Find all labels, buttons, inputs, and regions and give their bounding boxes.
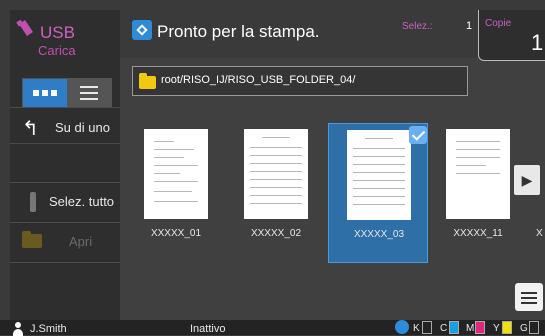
usb-header: USB Carica [10, 10, 120, 70]
up-one-level-button[interactable]: ↰ Su di uno [10, 108, 120, 148]
printer-status-icon [132, 20, 152, 40]
divider [10, 262, 120, 263]
main-panel: Pronto per la stampa. Selez.: 1 Copie 1 … [120, 10, 545, 320]
grid-view-button[interactable] [23, 79, 67, 107]
status-message: Pronto per la stampa. [157, 22, 320, 41]
file-thumbnail[interactable]: XXXXX_01 [126, 123, 226, 263]
top-bar: Pronto per la stampa. Selez.: 1 Copie 1 [120, 10, 545, 61]
file-name: XXXXX_03 [353, 229, 405, 240]
usb-title: USB [40, 23, 75, 42]
copies-label: Copie [485, 18, 512, 29]
folder-icon [22, 231, 42, 248]
status-bar: J.Smith Inattivo K C M Y G [0, 320, 545, 336]
select-all-button[interactable]: Selez. tutto [10, 182, 120, 222]
list-view-button[interactable] [67, 79, 111, 107]
file-thumbnail[interactable]: XXXXX_11 [428, 123, 528, 263]
folder-path: root/RISO_IJ/RISO_USB_FOLDER_04/ [132, 66, 468, 96]
list-view-icon [80, 86, 98, 104]
document-preview [144, 129, 208, 219]
file-thumbnail-selected[interactable]: XXXXX_03 [328, 123, 428, 263]
folder-icon [139, 73, 156, 89]
chevron-right-icon: ▶ [521, 172, 533, 188]
open-label: Apri [69, 234, 93, 249]
folder-path-text: root/RISO_IJ/RISO_USB_FOLDER_04/ [161, 74, 356, 86]
up-arrow-icon: ↰ [22, 118, 39, 140]
ink-status-icon[interactable] [395, 320, 409, 334]
file-name: XXXXX_02 [250, 228, 302, 239]
document-preview [446, 129, 510, 219]
copies-value: 1 [531, 30, 544, 55]
usb-icon [16, 19, 33, 36]
file-name: XXXXX_11 [453, 228, 503, 239]
selected-count: 1 [466, 20, 473, 32]
menu-button[interactable] [515, 283, 543, 311]
open-button[interactable]: Apri [10, 222, 120, 262]
view-toggle [22, 78, 112, 108]
select-all-label: Selez. tutto [49, 194, 115, 209]
selected-label: Selez.: [402, 21, 433, 32]
document-preview [347, 130, 411, 220]
sidebar: USB Carica ↰ Su di uno Selez. tutto Apri [10, 10, 120, 320]
grid-view-icon [33, 90, 57, 96]
file-thumbnail[interactable]: XXXXX_02 [226, 123, 326, 263]
user-icon [13, 322, 23, 336]
document-preview [244, 129, 308, 219]
select-all-indicator [30, 192, 36, 212]
checkmark-icon [409, 126, 427, 144]
hamburger-menu-icon [521, 292, 537, 294]
machine-status: Inattivo [190, 323, 226, 335]
up-one-level-label: Su di uno [55, 120, 110, 135]
app-frame: USB Carica ↰ Su di uno Selez. tutto Apri [0, 0, 545, 336]
file-name: X [536, 228, 543, 239]
divider [10, 143, 120, 144]
copies-field[interactable]: Copie 1 [478, 10, 545, 61]
usb-subtitle: Carica [38, 43, 76, 58]
user-name[interactable]: J.Smith [30, 323, 67, 335]
file-name: XXXXX_01 [150, 228, 202, 239]
next-page-button[interactable]: ▶ [514, 165, 540, 195]
